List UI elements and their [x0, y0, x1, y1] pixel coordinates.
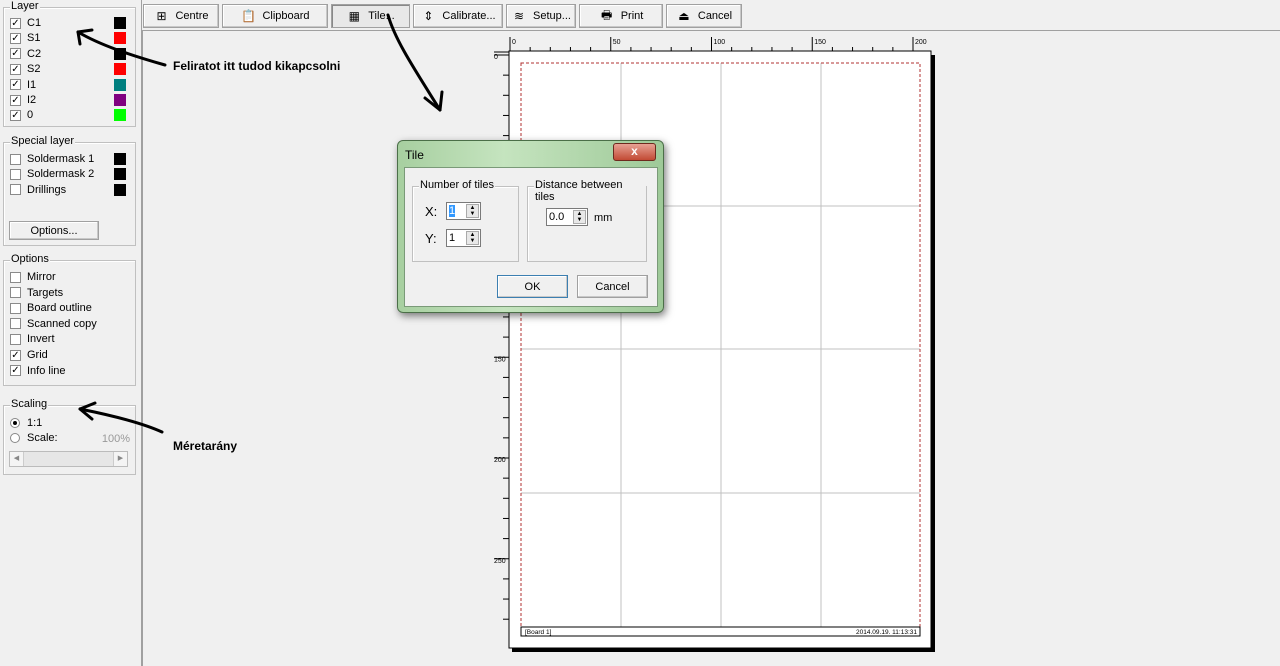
x-tiles-value[interactable]: 1 [449, 205, 456, 217]
y-label: Y: [425, 231, 437, 246]
arrow-annotation-1 [76, 30, 167, 67]
arrow-annotation-2 [78, 407, 164, 434]
close-button[interactable]: x [613, 143, 656, 161]
distance-value[interactable]: 0.0 [549, 211, 564, 223]
arrow-annotation-tile [386, 13, 442, 112]
spin-arrows-icon[interactable]: ▲ ▼ [466, 231, 479, 245]
spin-arrows-icon[interactable]: ▲ ▼ [573, 210, 586, 224]
ok-button[interactable]: OK [497, 275, 568, 298]
number-of-tiles-title: Number of tiles [419, 179, 495, 191]
annotation-arrows [76, 13, 444, 434]
distance-spinner[interactable]: 0.0 ▲ ▼ [546, 208, 588, 226]
x-tiles-spinner[interactable]: 1 ▲ ▼ [446, 202, 481, 220]
annotation-text-1: Feliratot itt tudod kikapcsolni [173, 59, 341, 73]
distance-unit: mm [594, 212, 613, 224]
y-tiles-value[interactable]: 1 [449, 232, 455, 244]
tile-dialog: Tile x Number of tiles X: 1 ▲ ▼ Y: 1 ▲ ▼ Dis… [397, 140, 664, 313]
number-of-tiles-group: Number of tiles X: 1 ▲ ▼ Y: 1 ▲ ▼ [412, 179, 519, 262]
dialog-title: Tile [405, 148, 424, 162]
dialog-cancel-button[interactable]: Cancel [577, 275, 648, 298]
x-label: X: [425, 204, 438, 219]
spin-arrows-icon[interactable]: ▲ ▼ [466, 204, 479, 218]
annotation-text-2: Méretarány [173, 439, 238, 453]
distance-group: Distance between tiles 0.0 ▲ ▼ mm [527, 179, 647, 262]
dialog-body: Number of tiles X: 1 ▲ ▼ Y: 1 ▲ ▼ Distance b… [404, 167, 658, 307]
y-tiles-spinner[interactable]: 1 ▲ ▼ [446, 229, 481, 247]
distance-group-title: Distance between tiles [534, 179, 646, 203]
